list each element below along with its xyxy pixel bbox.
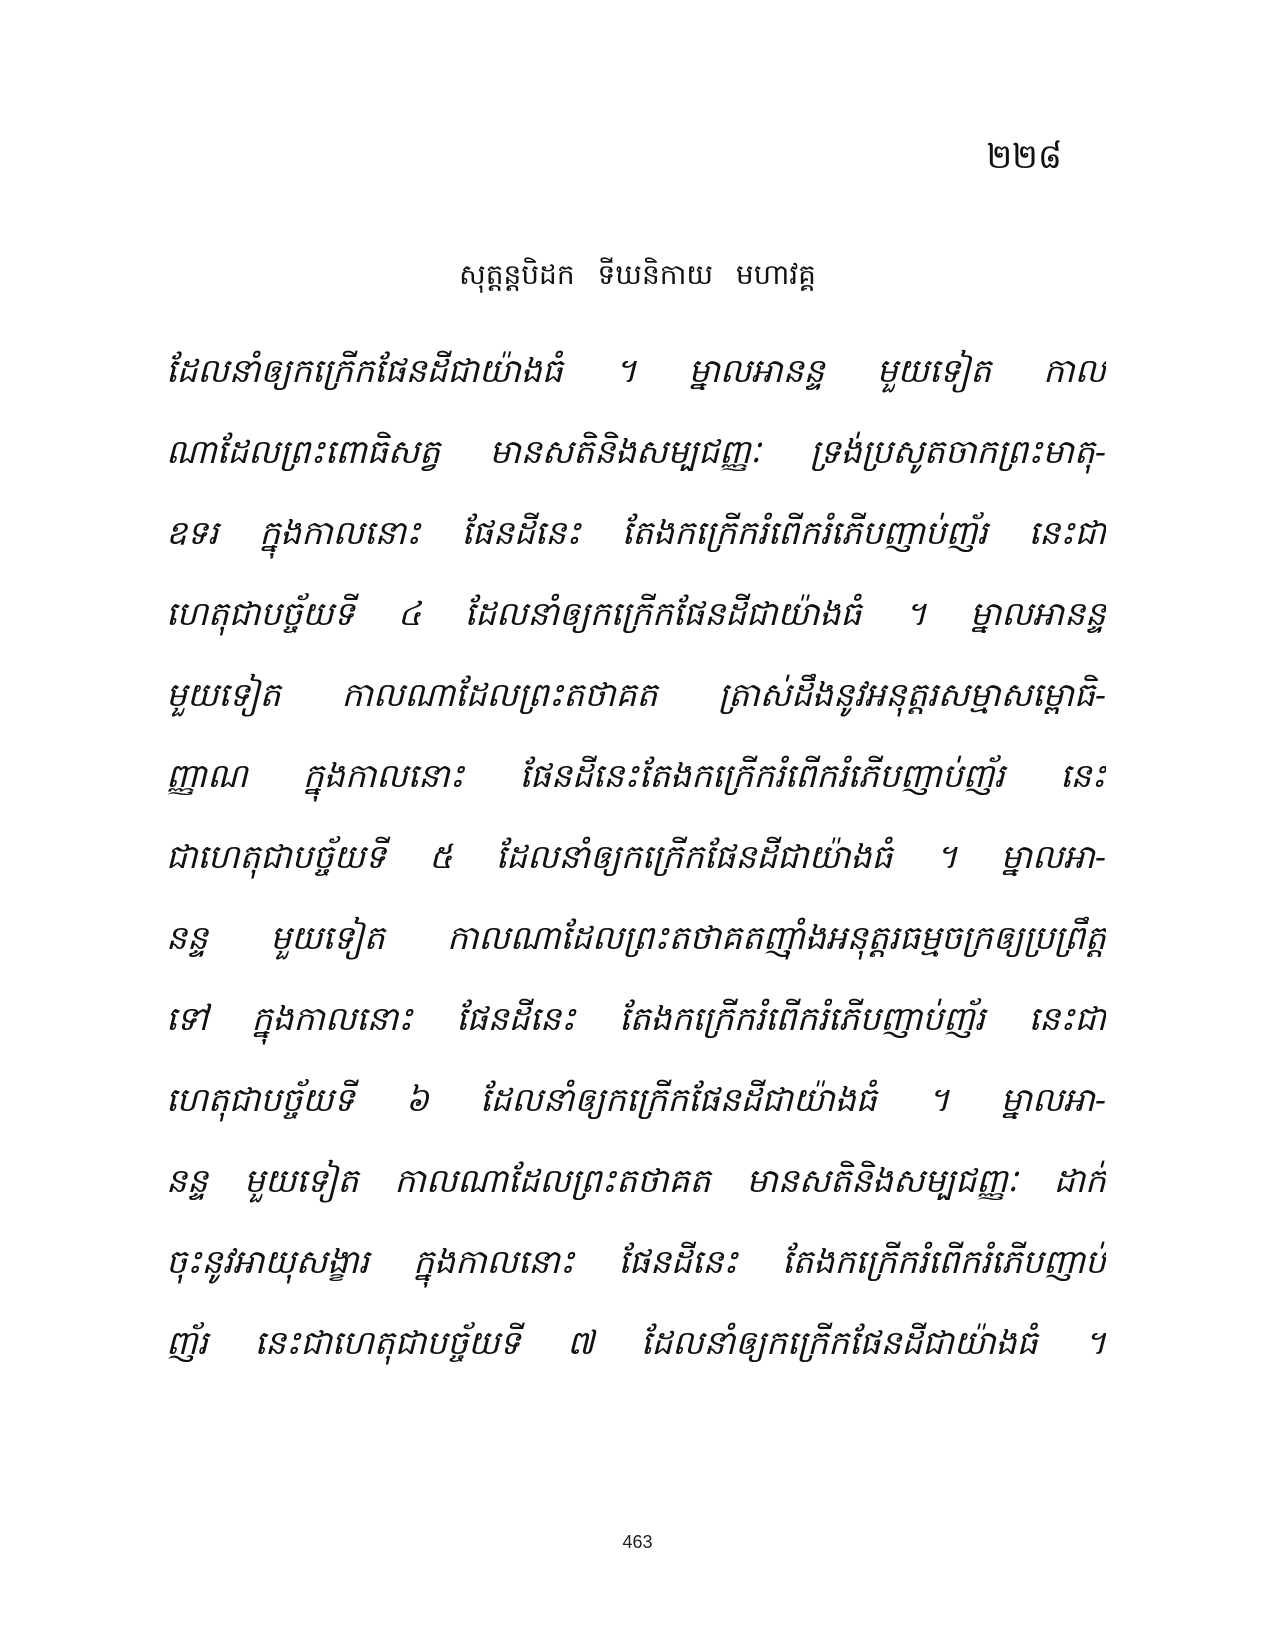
- running-header: សុត្តន្តបិដក ទីឃនិកាយ មហាវគ្គ: [459, 258, 816, 291]
- text-line: ញ័រ នេះជាហេតុជាបច្ច័យទី ៧ ដែលនាំឲ្យកក្រើ…: [166, 1323, 1106, 1362]
- footer-page-number: 463: [622, 1532, 653, 1552]
- text-line: ទៅ ក្នុងកាលនោះ ផែនដីនេះ តែងកក្រើករំពើករំ…: [166, 999, 1106, 1038]
- body-text: ដែលនាំឲ្យកក្រើកផែនដីជាយ៉ាងធំ ។ ម្នាលអានន…: [166, 340, 1106, 1393]
- text-line: ញ្ញាណ ក្នុងកាលនោះ ផែនដីនេះតែងកក្រើករំពើក…: [166, 756, 1106, 795]
- text-line: ដែលនាំឲ្យកក្រើកផែនដីជាយ៉ាងធំ ។ ម្នាលអានន…: [166, 351, 1106, 390]
- text-line: ណាដែលព្រះពោធិសត្វ មានសតិនិងសម្បជញ្ញៈ ទ្រ…: [166, 432, 1106, 471]
- text-line: ជាហេតុជាបច្ច័យទី ៥ ដែលនាំឲ្យកក្រើកផែនដីជ…: [166, 837, 1106, 876]
- text-line: ហេតុជាបច្ច័យទី ៦ ដែលនាំឲ្យកក្រើកផែនដីជាយ…: [166, 1080, 1106, 1119]
- text-line: នន្ទ មួយទៀត កាលណាដែលព្រះតថាគតញ៉ាំងអនុត្ត…: [166, 918, 1106, 957]
- text-line: ឧទរ ក្នុងកាលនោះ ផែនដីនេះ តែងកក្រើករំពើករ…: [166, 513, 1106, 552]
- text-line: ចុះនូវអាយុសង្ខារ ក្នុងកាលនោះ ផែនដីនេះ តែ…: [166, 1242, 1106, 1281]
- text-line: នន្ទ មួយទៀត កាលណាដែលព្រះតថាគត មានសតិនិងស…: [166, 1161, 1106, 1200]
- text-line: ហេតុជាបច្ច័យទី ៤ ដែលនាំឲ្យកក្រើកផែនដីជាយ…: [166, 594, 1106, 633]
- khmer-page-number: ២២៨: [986, 137, 1062, 177]
- text-line: មួយទៀត កាលណាដែលព្រះតថាគត ត្រាស់ដឹងនូវអនុ…: [166, 675, 1106, 714]
